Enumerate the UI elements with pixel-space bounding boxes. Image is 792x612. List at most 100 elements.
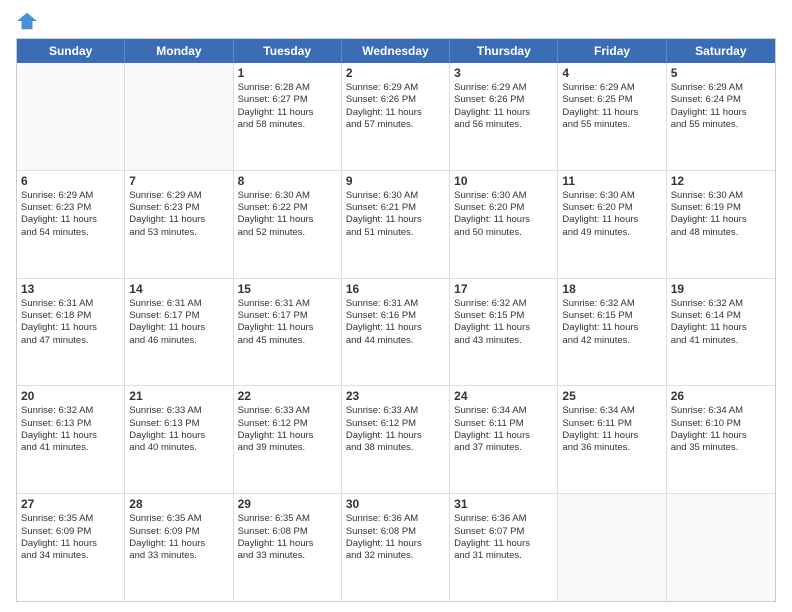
cell-info-line: and 55 minutes.: [671, 119, 771, 131]
cell-info-line: Sunset: 6:20 PM: [454, 202, 553, 214]
cell-info-line: Sunset: 6:25 PM: [562, 94, 661, 106]
day-number: 3: [454, 66, 553, 80]
calendar-cell: 26Sunrise: 6:34 AMSunset: 6:10 PMDayligh…: [667, 386, 775, 493]
cell-info-line: Sunset: 6:26 PM: [346, 94, 445, 106]
calendar-cell: 28Sunrise: 6:35 AMSunset: 6:09 PMDayligh…: [125, 494, 233, 601]
calendar-cell: 18Sunrise: 6:32 AMSunset: 6:15 PMDayligh…: [558, 279, 666, 386]
day-number: 17: [454, 282, 553, 296]
calendar-cell: 31Sunrise: 6:36 AMSunset: 6:07 PMDayligh…: [450, 494, 558, 601]
cell-info-line: and 52 minutes.: [238, 227, 337, 239]
cell-info-line: Sunrise: 6:30 AM: [346, 190, 445, 202]
calendar-cell: 6Sunrise: 6:29 AMSunset: 6:23 PMDaylight…: [17, 171, 125, 278]
cell-info-line: Sunrise: 6:28 AM: [238, 82, 337, 94]
cell-info-line: and 33 minutes.: [238, 550, 337, 562]
cell-info-line: Sunset: 6:13 PM: [21, 418, 120, 430]
cell-info-line: and 43 minutes.: [454, 335, 553, 347]
calendar-cell: 8Sunrise: 6:30 AMSunset: 6:22 PMDaylight…: [234, 171, 342, 278]
cell-info-line: Sunset: 6:23 PM: [21, 202, 120, 214]
day-number: 5: [671, 66, 771, 80]
cell-info-line: and 37 minutes.: [454, 442, 553, 454]
cell-info-line: Sunrise: 6:33 AM: [129, 405, 228, 417]
cell-info-line: Daylight: 11 hours: [562, 214, 661, 226]
cell-info-line: Sunrise: 6:29 AM: [129, 190, 228, 202]
cell-info-line: Sunrise: 6:32 AM: [21, 405, 120, 417]
cell-info-line: Sunset: 6:13 PM: [129, 418, 228, 430]
cell-info-line: and 44 minutes.: [346, 335, 445, 347]
cell-info-line: Sunrise: 6:30 AM: [562, 190, 661, 202]
page: SundayMondayTuesdayWednesdayThursdayFrid…: [0, 0, 792, 612]
cell-info-line: Daylight: 11 hours: [238, 538, 337, 550]
day-number: 1: [238, 66, 337, 80]
day-number: 7: [129, 174, 228, 188]
calendar-cell: 20Sunrise: 6:32 AMSunset: 6:13 PMDayligh…: [17, 386, 125, 493]
cell-info-line: Sunset: 6:20 PM: [562, 202, 661, 214]
calendar-cell: 4Sunrise: 6:29 AMSunset: 6:25 PMDaylight…: [558, 63, 666, 170]
cell-info-line: Sunrise: 6:34 AM: [454, 405, 553, 417]
day-number: 16: [346, 282, 445, 296]
header-day-wednesday: Wednesday: [342, 39, 450, 63]
cell-info-line: and 58 minutes.: [238, 119, 337, 131]
cell-info-line: and 56 minutes.: [454, 119, 553, 131]
calendar-week-1: 1Sunrise: 6:28 AMSunset: 6:27 PMDaylight…: [17, 63, 775, 171]
calendar-cell: 11 Sunrise: 6:30 AMSunset: 6:20 PMDayligh…: [558, 171, 666, 278]
cell-info-line: Sunset: 6:15 PM: [562, 310, 661, 322]
header: [16, 10, 776, 32]
cell-info-line: Daylight: 11 hours: [671, 322, 771, 334]
day-number: 31: [454, 497, 553, 511]
cell-info-line: Sunrise: 6:35 AM: [21, 513, 120, 525]
calendar-week-3: 13Sunrise: 6:31 AMSunset: 6:18 PMDayligh…: [17, 279, 775, 387]
calendar-cell: 30Sunrise: 6:36 AMSunset: 6:08 PMDayligh…: [342, 494, 450, 601]
day-number: 13: [21, 282, 120, 296]
cell-info-line: and 47 minutes.: [21, 335, 120, 347]
cell-info-line: Daylight: 11 hours: [562, 322, 661, 334]
day-number: 29: [238, 497, 337, 511]
day-number: 26: [671, 389, 771, 403]
cell-info-line: Daylight: 11 hours: [346, 107, 445, 119]
cell-info-line: and 50 minutes.: [454, 227, 553, 239]
calendar-cell: 7 Sunrise: 6:29 AMSunset: 6:23 PMDaylight…: [125, 171, 233, 278]
cell-info-line: Sunset: 6:12 PM: [238, 418, 337, 430]
cell-info-line: Daylight: 11 hours: [129, 214, 228, 226]
cell-info-line: and 49 minutes.: [562, 227, 661, 239]
day-number: 11: [562, 174, 661, 188]
cell-info-line: Sunset: 6:26 PM: [454, 94, 553, 106]
day-number: 18: [562, 282, 661, 296]
logo: [16, 10, 40, 32]
cell-info-line: and 31 minutes.: [454, 550, 553, 562]
cell-info-line: Sunrise: 6:30 AM: [238, 190, 337, 202]
cell-info-line: and 36 minutes.: [562, 442, 661, 454]
cell-info-line: Sunset: 6:10 PM: [671, 418, 771, 430]
day-number: 25: [562, 389, 661, 403]
cell-info-line: Sunrise: 6:31 AM: [238, 298, 337, 310]
day-number: 22: [238, 389, 337, 403]
cell-info-line: Sunrise: 6:31 AM: [21, 298, 120, 310]
cell-info-line: Sunset: 6:11 PM: [562, 418, 661, 430]
cell-info-line: Daylight: 11 hours: [238, 214, 337, 226]
calendar-cell: 24Sunrise: 6:34 AMSunset: 6:11 PMDayligh…: [450, 386, 558, 493]
cell-info-line: Daylight: 11 hours: [346, 430, 445, 442]
calendar-cell: 17Sunrise: 6:32 AMSunset: 6:15 PMDayligh…: [450, 279, 558, 386]
calendar-cell: [17, 63, 125, 170]
day-number: 23: [346, 389, 445, 403]
day-number: 19: [671, 282, 771, 296]
day-number: 21: [129, 389, 228, 403]
calendar-cell: 1Sunrise: 6:28 AMSunset: 6:27 PMDaylight…: [234, 63, 342, 170]
cell-info-line: Sunrise: 6:35 AM: [238, 513, 337, 525]
calendar-cell: [558, 494, 666, 601]
cell-info-line: and 34 minutes.: [21, 550, 120, 562]
calendar-cell: 5Sunrise: 6:29 AMSunset: 6:24 PMDaylight…: [667, 63, 775, 170]
cell-info-line: Sunrise: 6:30 AM: [671, 190, 771, 202]
cell-info-line: Sunrise: 6:29 AM: [21, 190, 120, 202]
cell-info-line: and 48 minutes.: [671, 227, 771, 239]
cell-info-line: and 53 minutes.: [129, 227, 228, 239]
calendar-week-4: 20Sunrise: 6:32 AMSunset: 6:13 PMDayligh…: [17, 386, 775, 494]
calendar-cell: 15Sunrise: 6:31 AMSunset: 6:17 PMDayligh…: [234, 279, 342, 386]
cell-info-line: Daylight: 11 hours: [454, 214, 553, 226]
calendar-cell: [125, 63, 233, 170]
day-number: 8: [238, 174, 337, 188]
cell-info-line: Sunset: 6:23 PM: [129, 202, 228, 214]
cell-info-line: Sunset: 6:07 PM: [454, 526, 553, 538]
cell-info-line: and 38 minutes.: [346, 442, 445, 454]
cell-info-line: Daylight: 11 hours: [562, 430, 661, 442]
cell-info-line: and 39 minutes.: [238, 442, 337, 454]
